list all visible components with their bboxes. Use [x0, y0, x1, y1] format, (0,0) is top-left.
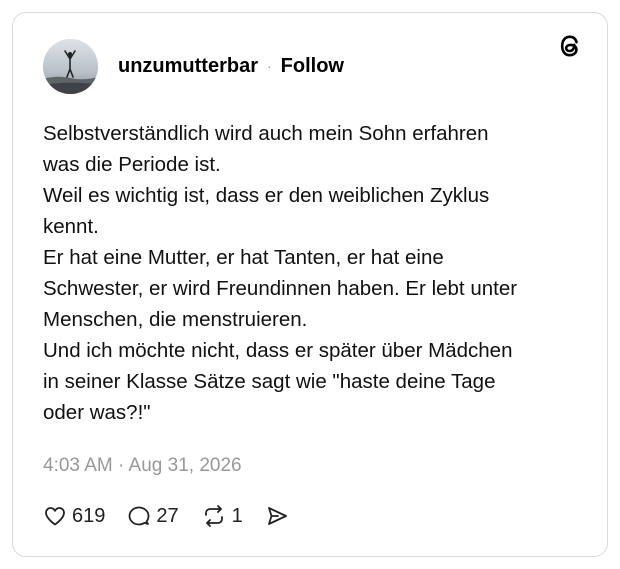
post-header: unzumutterbar · Follow [43, 38, 344, 94]
post-text-line: Und ich möchte nicht, dass er später übe… [43, 339, 513, 362]
post-text-line: in seiner Klasse Sätze sagt wie "haste d… [43, 370, 496, 393]
reply-button[interactable]: 27 [127, 504, 179, 528]
heart-icon [45, 507, 65, 526]
threads-post-card: unzumutterbar · Follow Selbstverständlic… [12, 12, 608, 557]
repost-count: 1 [231, 504, 243, 527]
post-text-line: Selbstverständlich wird auch mein Sohn e… [43, 122, 489, 145]
separator-dot: · [267, 58, 272, 74]
post-text-line: kennt. [43, 215, 99, 238]
like-count: 619 [72, 504, 106, 527]
post-text-line: Menschen, die menstruieren. [43, 308, 308, 331]
threads-logo-icon[interactable] [555, 31, 585, 61]
post-text-line: Weil es wichtig ist, dass er den weiblic… [43, 184, 490, 207]
repost-arrows-icon [204, 505, 223, 527]
post-text-line: was die Periode ist. [43, 153, 221, 176]
post-timestamp[interactable]: 4:03 AM · Aug 31, 2026 [43, 455, 242, 477]
share-button[interactable] [265, 504, 294, 528]
action-bar: 619 27 1 [43, 501, 316, 531]
username[interactable]: unzumutterbar [118, 55, 258, 78]
post-text-line: Er hat eine Mutter, er hat Tanten, er ha… [43, 246, 444, 269]
post-text-line: oder was?!" [43, 401, 151, 424]
follow-button[interactable]: Follow [281, 55, 344, 78]
repost-button[interactable]: 1 [201, 504, 243, 528]
reply-count: 27 [156, 504, 179, 527]
speech-bubble-icon [128, 506, 150, 526]
post-text-line: Schwester, er wird Freundinnen haben. Er… [43, 277, 518, 300]
send-icon [267, 507, 287, 525]
post-body: Selbstverständlich wird auch mein Sohn e… [43, 118, 583, 428]
avatar[interactable] [43, 38, 98, 94]
like-button[interactable]: 619 [43, 504, 105, 528]
